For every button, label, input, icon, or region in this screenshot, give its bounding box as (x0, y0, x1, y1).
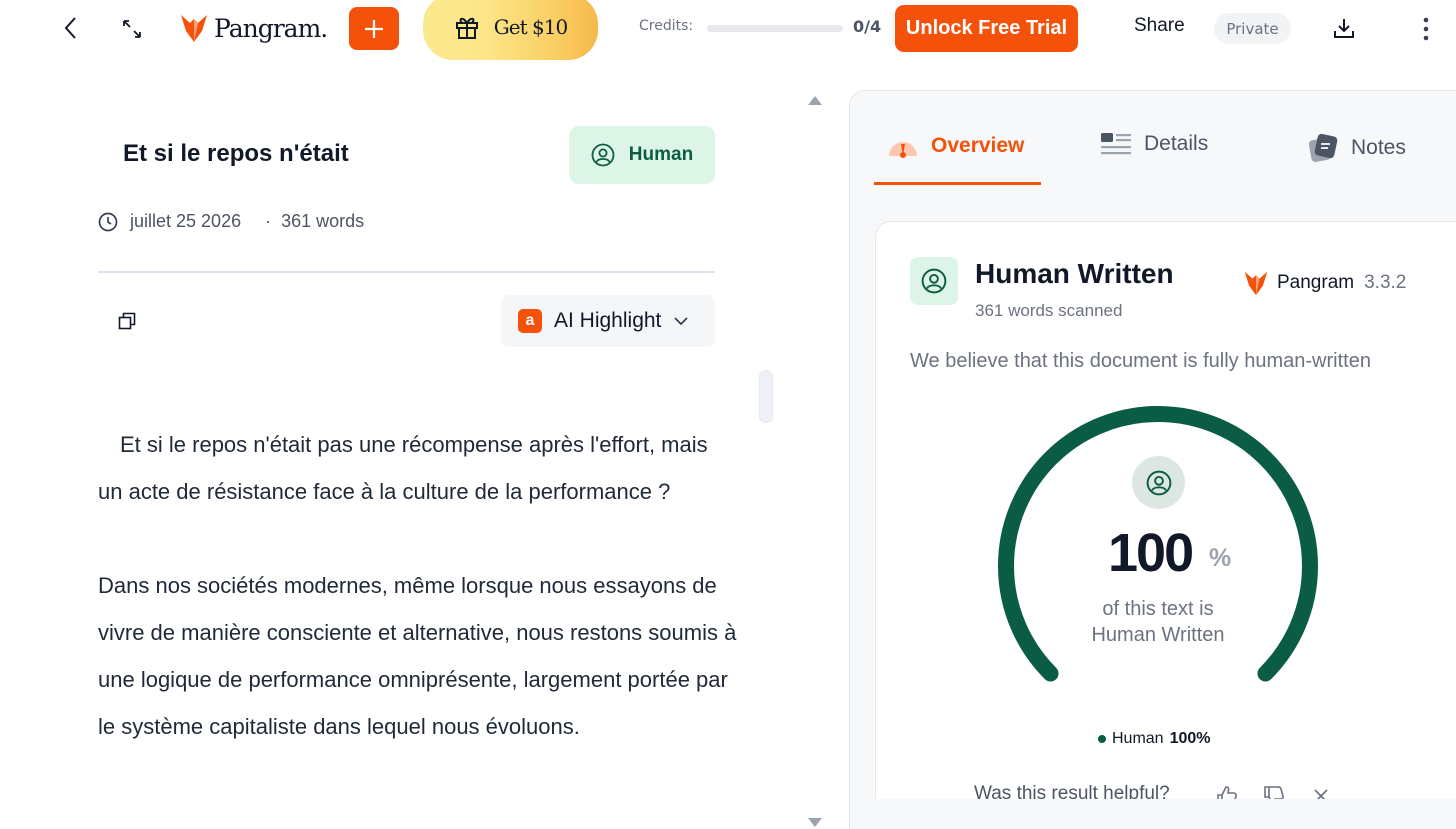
back-button[interactable] (54, 10, 88, 46)
top-bar: Pangram. Get $10 Credits: 0/4 Unlock Fre… (0, 0, 1456, 60)
download-icon (1334, 19, 1354, 38)
scroll-down-arrow-icon[interactable] (808, 818, 822, 827)
user-circle-icon (591, 143, 615, 167)
tab-overview[interactable]: Overview (887, 132, 1024, 160)
list-icon (1101, 133, 1131, 155)
ai-highlight-logo: a (518, 309, 542, 333)
unlock-free-trial-button[interactable]: Unlock Free Trial (895, 5, 1078, 52)
new-document-button[interactable] (349, 7, 399, 50)
pangram-logo[interactable]: Pangram. (180, 10, 328, 46)
document-date: juillet 25 2026 (130, 211, 242, 231)
fox-logo-icon (181, 15, 207, 42)
chevron-left-icon (64, 17, 76, 39)
plus-icon (365, 19, 383, 38)
tab-details[interactable]: Details (1100, 132, 1208, 156)
private-badge[interactable]: Private (1214, 13, 1291, 44)
document-meta: juillet 25 2026 · 361 words (98, 211, 364, 232)
tab-overview-label: Overview (931, 134, 1025, 157)
page-scrollbar[interactable] (803, 90, 827, 829)
get-credit-label: Get $10 (493, 15, 568, 39)
legend-name: Human (1112, 730, 1164, 747)
document-title: Et si le repos n'était (123, 140, 349, 167)
expand-icon (123, 20, 141, 38)
tab-details-label: Details (1144, 132, 1209, 155)
document-scrollbar-thumb[interactable] (759, 370, 773, 423)
word-count: 361 words (281, 211, 365, 231)
gauge-legend: Human 100% (1098, 730, 1211, 748)
words-scanned: 361 words scanned (975, 301, 1123, 320)
chevron-down-icon (674, 317, 689, 326)
expand-button[interactable] (115, 12, 149, 46)
get-credit-button[interactable]: Get $10 (423, 0, 598, 60)
meta-separator: · (265, 211, 272, 231)
header-divider (98, 271, 715, 273)
legend-dot (1098, 735, 1106, 743)
gift-icon (455, 17, 478, 39)
credits-count: 0/4 (853, 17, 882, 36)
result-title: Human Written (975, 258, 1174, 289)
tab-notes[interactable]: Notes (1307, 132, 1406, 164)
human-badge-label: Human (628, 144, 694, 165)
user-circle-icon (1146, 470, 1171, 495)
share-button[interactable]: Share (1134, 15, 1185, 37)
scroll-up-arrow-icon[interactable] (808, 96, 822, 105)
document-paragraph: Et si le repos n'était pas une récompens… (98, 432, 708, 504)
gauge-user-icon-circle (1132, 456, 1185, 509)
clock-icon (98, 212, 118, 231)
copy-button[interactable] (114, 308, 140, 334)
active-tab-indicator (874, 182, 1041, 185)
panel-clip-edge (875, 799, 1456, 829)
gauge-caption-line1: of this text is (1102, 598, 1214, 620)
model-version: 3.3.2 (1364, 272, 1407, 293)
tab-notes-label: Notes (1351, 136, 1406, 159)
legend-value: 100% (1169, 730, 1211, 747)
more-options-button[interactable] (1414, 12, 1438, 46)
brand-name: Pangram (1277, 272, 1355, 293)
gauge-icon (889, 142, 917, 158)
logo-text: Pangram. (214, 13, 328, 43)
fox-logo-icon (1244, 271, 1268, 296)
human-status-badge: Human (569, 126, 715, 184)
ai-highlight-dropdown[interactable]: a AI Highlight (501, 295, 715, 347)
more-vertical-icon (1423, 17, 1429, 41)
credits-label: Credits: (639, 18, 694, 34)
gauge-value: 100 (1108, 523, 1194, 583)
ai-highlight-label: AI Highlight (554, 309, 662, 332)
notes-icon (1308, 133, 1338, 162)
document-body: Et si le repos n'était pas une récompens… (98, 421, 738, 797)
document-paragraph: Dans nos sociétés modernes, même lorsque… (98, 573, 737, 739)
user-circle-icon (921, 268, 947, 294)
gauge-caption-line2: Human Written (1091, 624, 1225, 646)
download-button[interactable] (1328, 12, 1360, 44)
result-description: We believe that this document is fully h… (910, 350, 1371, 372)
result-icon-box (910, 257, 958, 305)
gauge-unit: % (1209, 544, 1232, 572)
copy-icon (118, 312, 136, 330)
credits-progress-bar (707, 25, 843, 32)
model-brand: Pangram 3.3.2 (1243, 270, 1406, 296)
